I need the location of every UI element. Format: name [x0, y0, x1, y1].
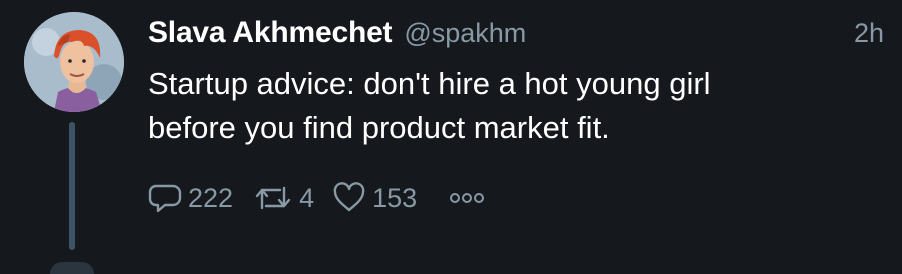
display-name[interactable]: Slava Akhmechet: [148, 16, 393, 50]
reply-button[interactable]: 222: [148, 181, 233, 215]
next-avatar-peek: [50, 262, 94, 274]
like-button[interactable]: 153: [332, 181, 417, 215]
heart-icon: [332, 181, 366, 215]
timestamp[interactable]: 2h: [854, 18, 884, 49]
tweet[interactable]: Slava Akhmechet @spakhm 2h Startup advic…: [0, 0, 902, 274]
retweet-button[interactable]: 4: [253, 181, 314, 215]
avatar[interactable]: [24, 12, 124, 112]
retweet-icon: [253, 181, 293, 215]
like-count: 153: [372, 182, 418, 213]
tweet-actions: 222 4 153: [148, 176, 487, 220]
reply-icon: [148, 181, 182, 215]
tweet-text: Startup advice: don't hire a hot young g…: [148, 66, 711, 145]
avatar-image: [24, 12, 124, 112]
thread-line: [69, 122, 75, 250]
retweet-count: 4: [299, 182, 315, 213]
reply-count: 222: [188, 182, 234, 213]
more-icon[interactable]: [447, 190, 487, 206]
tweet-header: Slava Akhmechet @spakhm: [148, 16, 526, 60]
user-handle[interactable]: @spakhm: [404, 18, 526, 49]
